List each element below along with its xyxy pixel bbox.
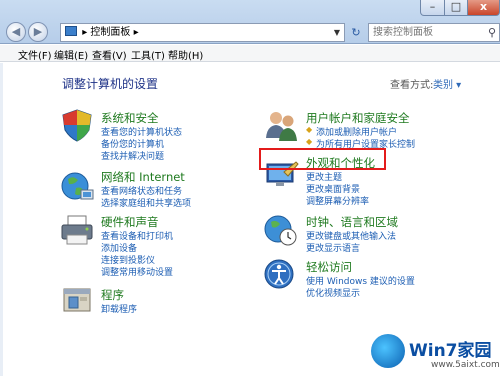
address-arrow-icon: ▸: [133, 27, 139, 38]
link-optimize-visual-display[interactable]: 优化视频显示: [306, 286, 360, 299]
link-uninstall-program[interactable]: 卸载程序: [101, 302, 137, 315]
link-homegroup-sharing[interactable]: 选择家庭组和共享选项: [101, 196, 191, 209]
programs-icon[interactable]: [60, 283, 94, 315]
back-button[interactable]: ◀: [6, 22, 26, 42]
user-accounts-icon[interactable]: [264, 108, 300, 144]
page-title: 调整计算机的设置: [62, 77, 159, 91]
uac-shield-icon: ◆: [306, 125, 313, 134]
highlight-box: [259, 148, 386, 170]
uac-shield-icon: ◆: [306, 137, 313, 146]
search-input[interactable]: [369, 24, 479, 41]
view-by-dropdown[interactable]: 类别 ▾: [433, 76, 461, 91]
ease-of-access-icon[interactable]: [263, 258, 297, 292]
window-left-edge: [0, 63, 3, 376]
menu-file[interactable]: 文件(F): [18, 47, 52, 62]
link-change-display-language[interactable]: 更改显示语言: [306, 241, 360, 254]
minimize-button[interactable]: –: [420, 0, 445, 16]
network-globe-icon[interactable]: [59, 170, 95, 204]
link-find-fix-problems[interactable]: 查找并解决问题: [101, 149, 164, 162]
address-arrow-icon: ▸: [82, 27, 88, 38]
shield-icon[interactable]: [60, 108, 94, 142]
address-text[interactable]: 控制面板: [90, 27, 130, 38]
printer-icon[interactable]: [60, 213, 96, 247]
forward-button[interactable]: ▶: [28, 22, 48, 42]
address-bar[interactable]: ▸ 控制面板 ▸ ▼: [60, 23, 345, 42]
clock-globe-icon[interactable]: [263, 212, 299, 248]
menu-edit[interactable]: 编辑(E): [54, 47, 88, 62]
link-adjust-resolution[interactable]: 调整屏幕分辨率: [306, 194, 369, 207]
menu-view[interactable]: 查看(V): [92, 47, 127, 62]
win7-logo-icon: [371, 334, 405, 368]
refresh-icon[interactable]: ↻: [348, 24, 364, 41]
category-clock-language-region[interactable]: 时钟、语言和区域: [306, 214, 398, 230]
category-system-security[interactable]: 系统和安全: [101, 110, 159, 126]
view-by-label: 查看方式:: [390, 80, 434, 91]
category-programs[interactable]: 程序: [101, 287, 124, 303]
close-button[interactable]: x: [467, 0, 500, 16]
link-mobility-settings[interactable]: 调整常用移动设置: [101, 265, 173, 278]
menu-help[interactable]: 帮助(H): [168, 47, 203, 62]
watermark: Win7家园 www.5aixt.com: [365, 330, 500, 376]
category-network-internet[interactable]: 网络和 Internet: [101, 169, 185, 185]
category-ease-of-access[interactable]: 轻松访问: [306, 259, 352, 275]
address-dropdown-icon[interactable]: ▼: [334, 24, 340, 41]
title-bar: – □ x ◀ ▶ ▸ 控制面板 ▸ ▼ ↻ ⚲: [0, 0, 500, 44]
search-box[interactable]: ⚲: [368, 23, 500, 42]
menu-bar: 文件(F) 编辑(E) 查看(V) 工具(T) 帮助(H): [0, 45, 500, 62]
menu-tools[interactable]: 工具(T): [131, 47, 165, 62]
search-icon[interactable]: ⚲: [488, 26, 496, 39]
category-hardware-sound[interactable]: 硬件和声音: [101, 214, 159, 230]
control-panel-icon: [65, 26, 77, 36]
watermark-brand: Win7家园: [409, 341, 492, 361]
watermark-url: www.5aixt.com: [431, 360, 500, 370]
maximize-button[interactable]: □: [444, 0, 468, 16]
category-user-accounts[interactable]: 用户帐户和家庭安全: [306, 110, 410, 126]
